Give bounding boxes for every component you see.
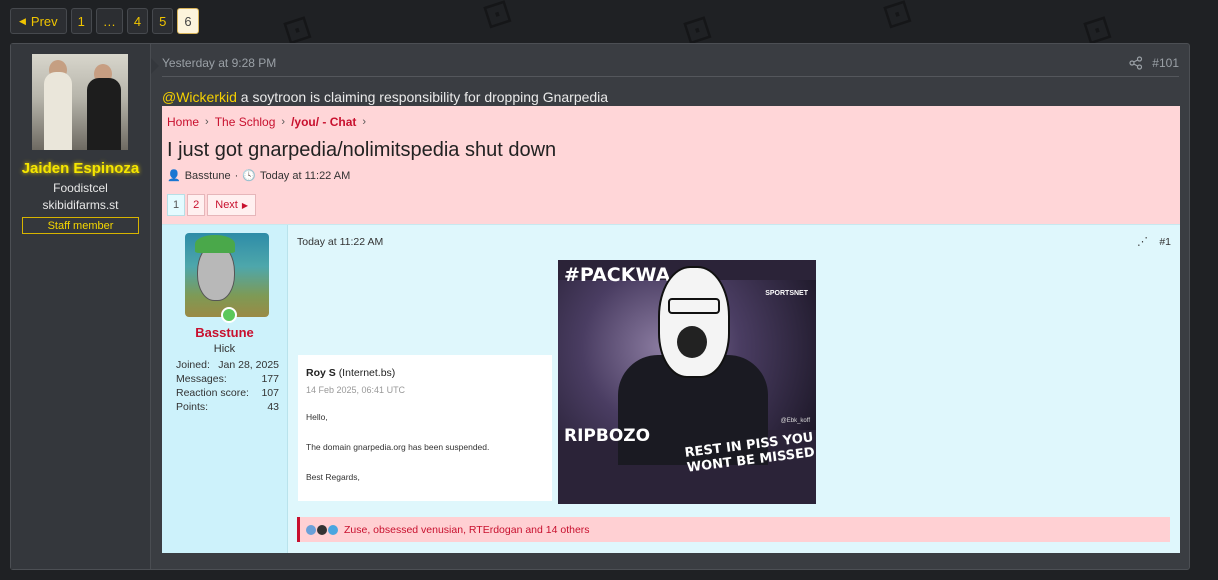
stat-value: Jan 28, 2025: [218, 359, 279, 371]
meme-watermark: @Ebk_koff: [780, 418, 810, 424]
share-icon[interactable]: [1129, 56, 1143, 70]
post-number-link[interactable]: #101: [1152, 56, 1179, 70]
user-mention-link[interactable]: @Wickerkid: [162, 89, 237, 105]
forum-post: Jaiden Espinoza Foodistcel skibidifarms.…: [10, 43, 1190, 570]
stat-label: Messages:: [176, 373, 227, 385]
embedded-post-date: Today at 11:22 AM: [297, 236, 384, 248]
embedded-avatar: [185, 233, 269, 317]
post-header: Yesterday at 9:28 PM #101: [162, 56, 1179, 77]
clock-icon: 🕓: [242, 170, 256, 182]
email-date: 14 Feb 2025, 06:41 UTC: [306, 385, 406, 395]
meme-image: #PACKWA SPORTSNET @Ebk_koff RIPBOZO REST…: [558, 260, 816, 504]
embedded-screenshot: Home › The Schlog › /you/ - Chat › I jus…: [162, 106, 1180, 553]
breadcrumb-chat: /you/ - Chat: [291, 115, 357, 129]
stat-label: Joined:: [176, 359, 210, 371]
username-link[interactable]: Jaiden Espinoza: [11, 160, 150, 177]
breadcrumb-schlog: The Schlog: [214, 115, 276, 129]
page-ellipsis-button[interactable]: …: [95, 8, 123, 34]
reactions-bar: Zuse, obsessed venusian, RTErdogan and 1…: [297, 517, 1170, 542]
caret-left-icon: ◀: [19, 15, 26, 26]
post-date-link[interactable]: Yesterday at 9:28 PM: [162, 56, 276, 70]
embedded-page-1: 1: [167, 194, 186, 216]
breadcrumb: Home › The Schlog › /you/ - Chat ›: [167, 115, 366, 129]
email-from-name: Roy S: [306, 367, 336, 379]
embedded-thread-meta: 👤 Basstune · 🕓 Today at 11:22 AM: [167, 169, 351, 183]
embedded-username: Basstune: [195, 325, 254, 340]
user-title: Foodistcel: [53, 181, 108, 195]
stat-row: Points: 43: [176, 401, 279, 415]
stat-label: Points:: [176, 401, 209, 413]
chevron-right-icon: ›: [362, 116, 367, 128]
user-site: skibidifarms.st: [42, 198, 119, 212]
embedded-page-2: 2: [187, 194, 206, 216]
staff-banner: Staff member: [22, 217, 139, 234]
page-6-current[interactable]: 6: [177, 8, 199, 34]
meme-logo: SPORTSNET: [765, 290, 808, 297]
page-1-button[interactable]: 1: [70, 8, 92, 34]
email-screenshot: Roy S (Internet.bs) 14 Feb 2025, 06:41 U…: [298, 355, 552, 501]
embedded-user-stats: Joined: Jan 28, 2025 Messages: 177 Reactio…: [176, 359, 279, 415]
stat-value: 177: [261, 373, 279, 385]
stat-row: Messages: 177: [176, 373, 279, 387]
reaction-icon: [317, 524, 327, 535]
email-line: The domain gnarpedia.org has been suspen…: [306, 442, 490, 452]
email-from: Roy S (Internet.bs): [306, 367, 395, 379]
share-icon: ⋰: [1137, 236, 1148, 248]
post-message: @Wickerkid a soytroon is claiming respon…: [162, 89, 608, 105]
embedded-post: Basstune Hick Joined: Jan 28, 2025 Messag…: [162, 224, 1180, 553]
message-text: a soytroon is claiming responsibility fo…: [236, 89, 609, 105]
email-line: Best Regards,: [306, 472, 360, 482]
post-user-column: Jaiden Espinoza Foodistcel skibidifarms.…: [11, 44, 159, 569]
page-5-button[interactable]: 5: [152, 8, 174, 34]
embedded-post-main: Today at 11:22 AM ⋰ #1 Roy S (Internet.b…: [288, 225, 1180, 553]
caret-right-icon: ▶: [241, 200, 249, 210]
embedded-user-column: Basstune Hick Joined: Jan 28, 2025 Messag…: [162, 225, 288, 553]
email-from-org: (Internet.bs): [338, 367, 396, 379]
reaction-icons: [306, 524, 338, 535]
chevron-right-icon: ›: [205, 116, 209, 128]
email-line: Hello,: [306, 412, 328, 422]
pagination: ◀ Prev 1 … 4 5 6: [10, 8, 199, 34]
embedded-thread-title: I just got gnarpedia/nolimitspedia shut …: [167, 139, 557, 161]
stat-row: Joined: Jan 28, 2025: [176, 359, 279, 373]
meta-separator: ·: [234, 169, 239, 182]
stat-value: 43: [267, 401, 279, 413]
embedded-next-label: Next: [215, 199, 238, 211]
soyjak-face: [658, 266, 730, 378]
embedded-post-number: #1: [1159, 236, 1171, 248]
reactions-text: Zuse, obsessed venusian, RTErdogan and 1…: [344, 523, 590, 536]
embedded-pagination: 1 2 Next ▶: [167, 194, 257, 216]
chevron-right-icon: ›: [281, 116, 286, 128]
thread-date: Today at 11:22 AM: [259, 169, 351, 182]
page-4-button[interactable]: 4: [126, 8, 149, 34]
embedded-user-title: Hick: [213, 343, 236, 355]
stat-value: 107: [261, 387, 279, 399]
user-icon: 👤: [167, 170, 181, 182]
stat-row: Reaction score: 107: [176, 387, 279, 401]
prev-page-button[interactable]: ◀ Prev: [10, 8, 67, 34]
online-indicator-icon: [221, 307, 237, 323]
breadcrumb-home: Home: [167, 115, 200, 129]
stat-label: Reaction score:: [176, 387, 249, 399]
meme-top-text: #PACKWA: [564, 264, 671, 286]
reaction-icon: [328, 524, 338, 535]
reaction-icon: [306, 524, 316, 535]
user-avatar[interactable]: [32, 54, 128, 150]
prev-label: Prev: [30, 13, 58, 29]
meme-ripbozo: RIPBOZO: [564, 426, 651, 446]
embedded-next-button: Next ▶: [207, 194, 257, 216]
thread-author: Basstune: [184, 169, 231, 182]
